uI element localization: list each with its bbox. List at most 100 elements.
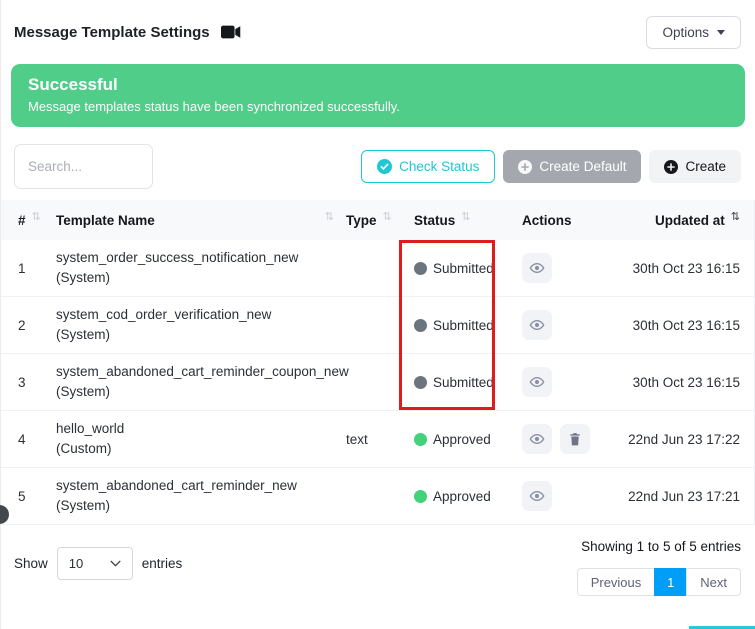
template-name-cell: system_abandoned_cart_reminder_new (Syst… <box>56 476 346 516</box>
template-name-cell: system_abandoned_cart_reminder_coupon_ne… <box>56 362 346 402</box>
status-cell: Submitted <box>414 318 522 333</box>
status-label: Approved <box>433 489 491 504</box>
show-label: Show <box>14 556 48 571</box>
column-header-updated-at[interactable]: Updated at ⇅ <box>628 213 740 228</box>
page-size-select[interactable]: 10 <box>57 547 133 580</box>
options-button[interactable]: Options <box>646 16 741 49</box>
status-label: Submitted <box>433 261 494 276</box>
check-status-label: Check Status <box>399 159 479 174</box>
showing-entries-text: Showing 1 to 5 of 5 entries <box>581 539 741 554</box>
check-circle-icon <box>377 159 392 174</box>
template-name: system_cod_order_verification_new <box>56 305 346 325</box>
status-cell: Approved <box>414 432 522 447</box>
updated-at: 30th Oct 23 16:15 <box>628 261 740 276</box>
search-input[interactable] <box>14 144 153 189</box>
template-name: system_order_success_notification_new <box>56 248 346 268</box>
row-number: 5 <box>18 489 56 504</box>
status-dot <box>414 433 427 446</box>
template-name-cell: system_cod_order_verification_new (Syste… <box>56 305 346 345</box>
status-label: Approved <box>433 432 491 447</box>
video-camera-icon[interactable] <box>221 25 241 39</box>
status-cell: Submitted <box>414 261 522 276</box>
template-kind: (System) <box>56 382 346 402</box>
template-type: text <box>346 432 414 447</box>
column-header-status[interactable]: Status ⇅ <box>414 213 522 228</box>
actions-cell <box>522 424 628 454</box>
view-icon <box>529 318 545 332</box>
sort-icon: ⇅ <box>461 210 470 223</box>
sort-icon: ⇅ <box>32 210 41 223</box>
page-1-button[interactable]: 1 <box>654 568 687 596</box>
view-icon <box>529 261 545 275</box>
view-icon <box>529 489 545 503</box>
table-footer: Show 10 entries Showing 1 to 5 of 5 entr… <box>1 525 755 596</box>
table-body: 1 system_order_success_notification_new … <box>1 240 754 525</box>
actions-cell <box>522 310 628 340</box>
status-cell: Submitted <box>414 375 522 390</box>
chevron-down-icon <box>110 560 121 567</box>
updated-at: 30th Oct 23 16:15 <box>628 375 740 390</box>
alert-message: Message templates status have been synch… <box>28 99 728 114</box>
create-button[interactable]: Create <box>649 150 741 183</box>
template-kind: (System) <box>56 268 346 288</box>
template-kind: (System) <box>56 325 346 345</box>
plus-circle-icon <box>518 160 532 174</box>
status-label: Submitted <box>433 375 494 390</box>
plus-circle-icon <box>664 160 678 174</box>
sort-icon-active: ⇅ <box>731 210 740 223</box>
actions-cell <box>522 253 628 283</box>
table-header-row: # ⇅ Template Name ⇅ Type ⇅ Status ⇅ Acti… <box>1 200 754 240</box>
view-button[interactable] <box>522 367 552 397</box>
status-label: Submitted <box>433 318 494 333</box>
row-number: 3 <box>18 375 56 390</box>
actions-cell <box>522 481 628 511</box>
row-number: 1 <box>18 261 56 276</box>
success-alert: Successful Message templates status have… <box>11 64 745 127</box>
table-row: 3 system_abandoned_cart_reminder_coupon_… <box>1 354 754 411</box>
template-name: system_abandoned_cart_reminder_coupon_ne… <box>56 362 346 382</box>
toolbar-buttons: Check Status Create Default Create <box>361 150 741 183</box>
table-row: 2 system_cod_order_verification_new (Sys… <box>1 297 754 354</box>
entries-label: entries <box>142 556 183 571</box>
column-header-number[interactable]: # ⇅ <box>18 213 56 228</box>
sort-icon: ⇅ <box>383 210 392 223</box>
options-button-label: Options <box>662 25 709 40</box>
status-dot <box>414 319 427 332</box>
template-name-cell: hello_world (Custom) <box>56 419 346 459</box>
column-header-actions: Actions <box>522 213 628 228</box>
delete-button[interactable] <box>560 424 590 454</box>
status-cell: Approved <box>414 489 522 504</box>
view-icon <box>529 432 545 446</box>
row-number: 4 <box>18 432 56 447</box>
template-name: system_abandoned_cart_reminder_new <box>56 476 346 496</box>
next-page-button[interactable]: Next <box>686 568 741 596</box>
alert-title: Successful <box>28 75 728 95</box>
page-size-value: 10 <box>69 556 83 571</box>
table-row: 1 system_order_success_notification_new … <box>1 240 754 297</box>
chevron-down-icon <box>717 30 725 35</box>
pagination-group: Showing 1 to 5 of 5 entries Previous 1 N… <box>577 539 741 596</box>
view-button[interactable] <box>522 424 552 454</box>
template-name-cell: system_order_success_notification_new (S… <box>56 248 346 288</box>
create-default-label: Create Default <box>539 159 626 174</box>
pagination: Previous 1 Next <box>577 568 741 596</box>
previous-page-button[interactable]: Previous <box>577 568 656 596</box>
template-name: hello_world <box>56 419 346 439</box>
table-row: 4 hello_world (Custom) text Approved 22n… <box>1 411 754 468</box>
view-button[interactable] <box>522 253 552 283</box>
toolbar: Check Status Create Default Create <box>14 144 741 189</box>
view-button[interactable] <box>522 310 552 340</box>
view-button[interactable] <box>522 481 552 511</box>
page-title-wrap: Message Template Settings <box>14 24 241 41</box>
check-status-button[interactable]: Check Status <box>361 150 495 183</box>
create-default-button[interactable]: Create Default <box>503 150 641 183</box>
updated-at: 30th Oct 23 16:15 <box>628 318 740 333</box>
status-dot <box>414 262 427 275</box>
template-kind: (System) <box>56 496 346 516</box>
status-dot <box>414 376 427 389</box>
column-header-type[interactable]: Type ⇅ <box>346 213 414 228</box>
status-dot <box>414 490 427 503</box>
page-size-group: Show 10 entries <box>14 547 182 580</box>
column-header-template-name[interactable]: Template Name ⇅ <box>56 213 346 228</box>
row-number: 2 <box>18 318 56 333</box>
